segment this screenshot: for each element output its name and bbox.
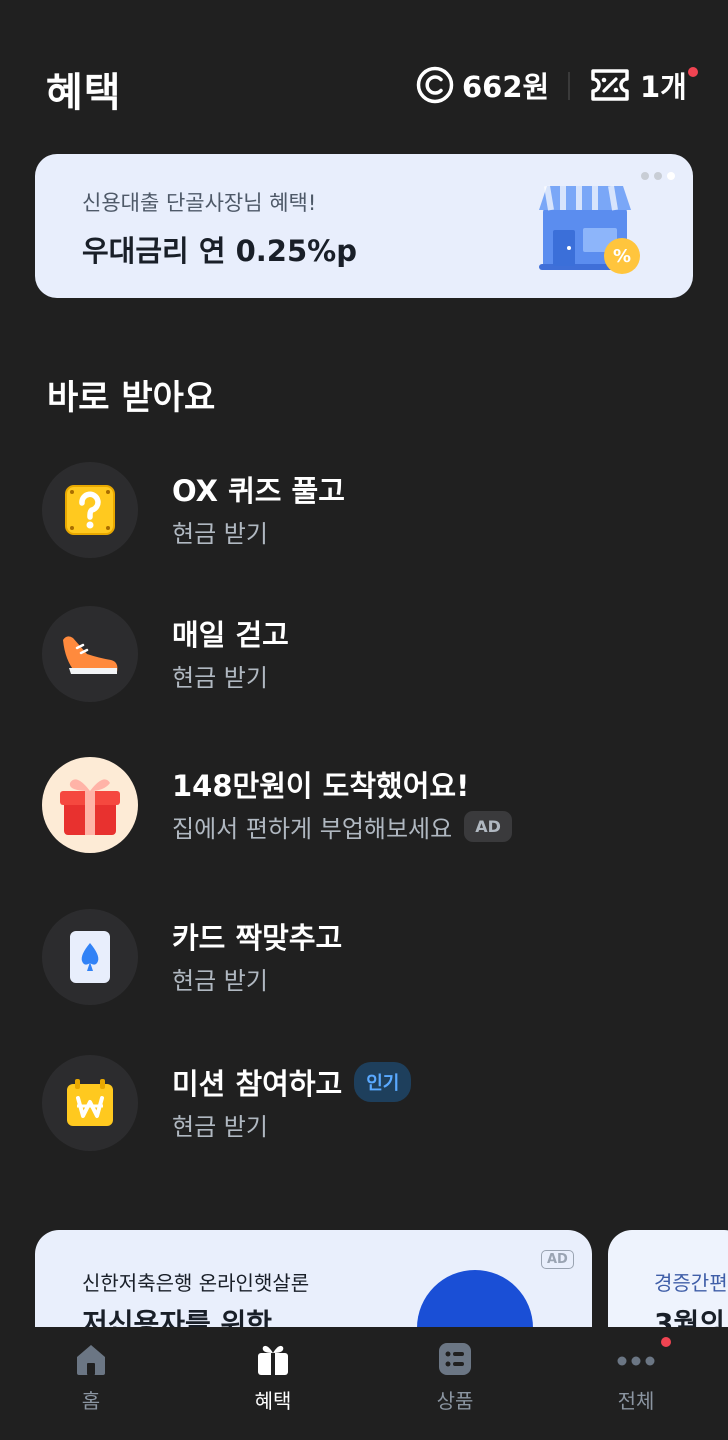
item-subtitle: 현금 받기 <box>172 967 268 995</box>
popular-badge: 인기 <box>354 1062 412 1102</box>
list-item-mission[interactable]: 미션 참여하고 인기 현금 받기 <box>42 1055 682 1153</box>
won-calendar-icon <box>67 1079 113 1126</box>
list-item-ad-gift[interactable]: 148만원이 도착했어요! 집에서 편하게 부업해보세요 AD <box>42 757 682 855</box>
notification-dot <box>688 67 698 77</box>
home-icon <box>77 1345 105 1375</box>
list-item-card-match[interactable]: 카드 짝맞추고 현금 받기 <box>42 909 682 1007</box>
list-icon <box>439 1343 471 1375</box>
tab-label: 상품 <box>436 1389 474 1413</box>
ad-badge: AD <box>464 811 512 842</box>
tab-benefits[interactable]: 혜택 <box>213 1341 333 1414</box>
store-icon: % <box>539 185 640 274</box>
section-title: 바로 받아요 <box>47 378 216 418</box>
ticket-icon <box>591 69 629 101</box>
page-title: 혜택 <box>46 70 122 116</box>
tab-bar: 홈 혜택 상품 전체 <box>0 1327 728 1440</box>
question-block-icon <box>65 485 115 535</box>
tab-label: 전체 <box>617 1389 655 1413</box>
banner-pager <box>641 172 675 180</box>
tab-products[interactable]: 상품 <box>395 1341 515 1414</box>
points-value: 662원 <box>462 70 550 104</box>
gift-box-icon <box>60 779 120 835</box>
item-title: 카드 짝맞추고 <box>172 921 343 955</box>
coin-icon <box>416 66 454 104</box>
header: 혜택 662원 1개 <box>0 0 728 150</box>
more-icon <box>617 1356 655 1366</box>
sneaker-icon <box>63 636 118 674</box>
spade-card-icon <box>70 931 110 983</box>
item-subtitle: 현금 받기 <box>172 520 268 548</box>
tab-all[interactable]: 전체 <box>576 1341 696 1414</box>
coupon-button[interactable]: 1개 <box>590 64 687 106</box>
tab-label: 홈 <box>81 1389 101 1413</box>
points-button[interactable]: 662원 <box>416 64 549 106</box>
banner-subtitle: 신용대출 단골사장님 혜택! <box>82 191 317 215</box>
item-title: 매일 걷고 <box>172 618 289 652</box>
icon-wrap <box>42 1055 138 1151</box>
gift-icon <box>258 1345 288 1375</box>
list-item-daily-walk[interactable]: 매일 걷고 현금 받기 <box>42 606 682 704</box>
icon-wrap <box>42 606 138 702</box>
icon-wrap <box>42 462 138 558</box>
tab-label: 혜택 <box>254 1389 292 1413</box>
svg-text:%: % <box>613 246 631 267</box>
banner-title: 우대금리 연 0.25%p <box>82 234 357 268</box>
tab-home[interactable]: 홈 <box>31 1341 151 1414</box>
icon-wrap <box>42 909 138 1005</box>
card-subtitle: 신한저축은행 온라인햇살론 <box>82 1271 310 1295</box>
item-title: 미션 참여하고 <box>172 1067 343 1101</box>
header-divider <box>568 72 570 100</box>
promo-banner[interactable]: 신용대출 단골사장님 혜택! 우대금리 연 0.25%p % <box>35 154 693 298</box>
item-title: 148만원이 도착했어요! <box>172 769 470 803</box>
coupon-count: 1개 <box>640 70 687 104</box>
item-subtitle: 현금 받기 <box>172 1113 268 1141</box>
item-title: OX 퀴즈 풀고 <box>172 474 345 508</box>
item-subtitle: 집에서 편하게 부업해보세요 <box>172 815 453 843</box>
icon-wrap <box>42 757 138 853</box>
item-subtitle: 현금 받기 <box>172 664 268 692</box>
ad-badge: AD <box>541 1250 574 1269</box>
notification-dot <box>661 1337 671 1347</box>
card-subtitle: 경증간편 <box>654 1271 728 1295</box>
list-item-ox-quiz[interactable]: OX 퀴즈 풀고 현금 받기 <box>42 462 682 560</box>
